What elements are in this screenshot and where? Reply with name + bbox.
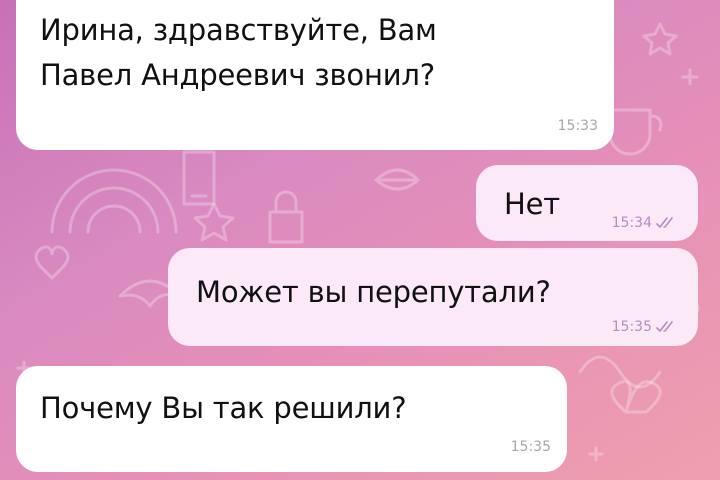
heart-doodle-icon [34, 245, 70, 280]
message-line: Нет [504, 187, 560, 221]
message-meta: 15:35 [612, 319, 678, 335]
message-line: Ирина, здравствуйте, Вам [40, 13, 437, 47]
message-text: Почему Вы так решили? [40, 388, 407, 428]
double-check-icon [656, 217, 673, 228]
phone-doodle-icon [182, 150, 216, 206]
star-doodle-icon [193, 202, 235, 242]
message-meta: 15:33 [558, 118, 598, 134]
cup-doodle-icon [608, 108, 663, 156]
star-doodle-icon [642, 22, 678, 56]
message-meta: 15:35 [511, 439, 551, 455]
message-time: 15:33 [557, 118, 598, 134]
message-text: Может вы перепутали? [196, 272, 551, 312]
message-text: Ирина, здравствуйте, Вам Павел Андреевич… [40, 8, 437, 98]
incoming-message-bubble[interactable]: Почему Вы так решили? 15:35 [16, 366, 567, 472]
message-time: 15:34 [611, 215, 652, 231]
outgoing-message-bubble[interactable]: Может вы перепутали? 15:35 [168, 248, 698, 346]
lips-doodle-icon [374, 168, 420, 191]
lock-doodle-icon [268, 190, 304, 244]
message-line: Может вы перепутали? [196, 275, 551, 309]
message-line: Павел Андреевич звонил? [40, 58, 435, 92]
message-line: Почему Вы так решили? [40, 391, 407, 425]
outgoing-message-bubble[interactable]: Нет 15:34 [476, 165, 698, 241]
rainbow-doodle-icon [50, 168, 178, 234]
message-text: Нет [504, 184, 560, 224]
message-meta: 15:34 [612, 215, 678, 231]
incoming-message-bubble[interactable]: Ирина, здравствуйте, Вам Павел Андреевич… [16, 0, 614, 150]
double-check-icon [656, 321, 673, 332]
message-time: 15:35 [510, 439, 551, 455]
message-time: 15:35 [611, 319, 652, 335]
